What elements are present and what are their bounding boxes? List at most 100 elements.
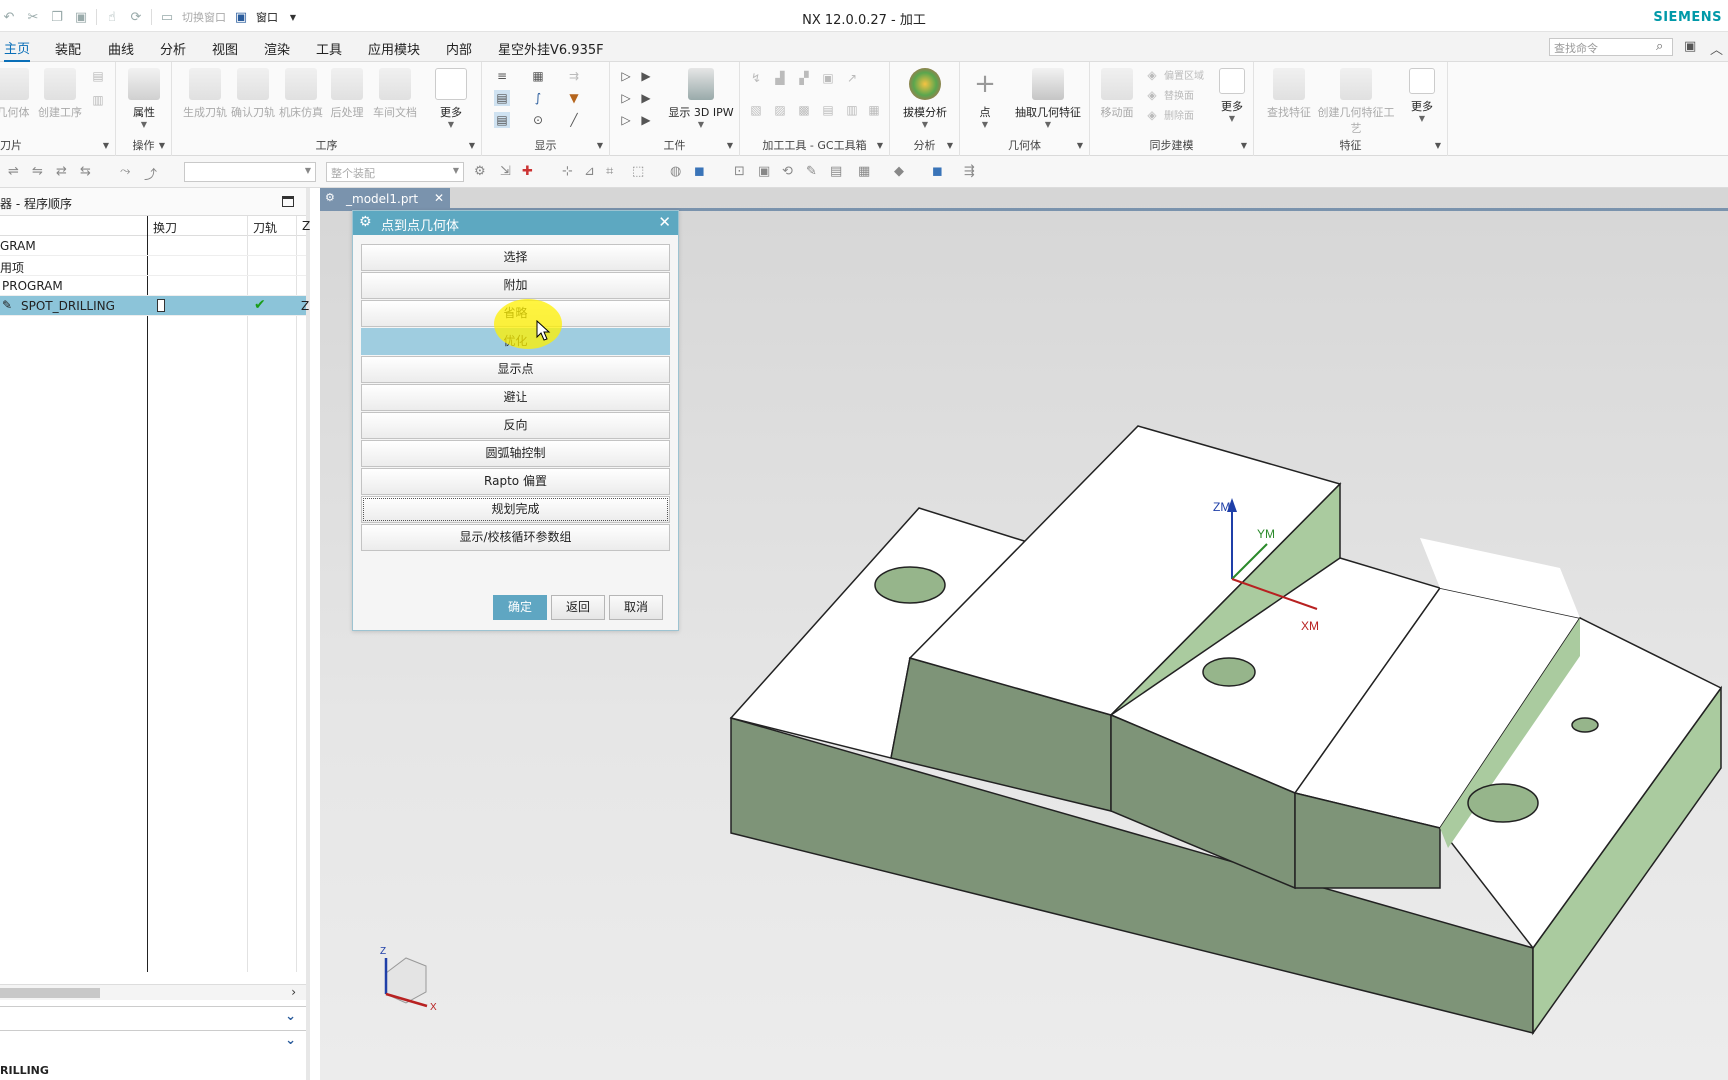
gc-tool-4-icon[interactable]: ▣ — [820, 70, 836, 86]
create-method-icon[interactable]: ▥ — [90, 92, 106, 108]
rotate-icon[interactable]: ⟲ — [782, 164, 793, 179]
tab-assembly[interactable]: 装配 — [55, 39, 81, 58]
cutter-icon[interactable]: ▼ — [566, 90, 582, 106]
list-item[interactable]: 用项 — [0, 256, 306, 276]
show-3d-ipw-button[interactable]: 显示 3D IPW ▼ — [666, 66, 736, 129]
workpiece-c-icon[interactable]: ▷ — [618, 90, 634, 106]
collapse-ribbon-icon[interactable]: ︿ — [1710, 39, 1723, 58]
find-feature-button[interactable]: 查找特征 — [1262, 66, 1316, 120]
create-tool-icon[interactable]: ▤ — [90, 68, 106, 84]
assembly-scope-select[interactable]: 整个装配 ▼ — [326, 162, 464, 182]
chevron-down-icon[interactable]: ▼ — [947, 141, 953, 150]
gc-tool-9-icon[interactable]: ▤ — [820, 102, 836, 118]
create-feature-process-button[interactable]: 创建几何特征工艺 — [1314, 66, 1398, 136]
tab-internal[interactable]: 内部 — [446, 39, 472, 58]
tab-curve[interactable]: 曲线 — [108, 39, 134, 58]
ok-button[interactable]: 确定 — [493, 595, 547, 620]
option-display-points-button[interactable]: 显示点 — [361, 356, 670, 383]
select-region-icon[interactable]: ⬚ — [632, 164, 644, 179]
gc-tool-11-icon[interactable]: ▦ — [866, 102, 882, 118]
display-filter-icon[interactable]: ≡ — [494, 68, 510, 84]
display-toggle-icon[interactable]: ⇉ — [566, 68, 582, 84]
display-mode-icon[interactable]: ▦ — [530, 68, 546, 84]
option-arc-axis-control-button[interactable]: 圆弧轴控制 — [361, 440, 670, 467]
workpiece-b-icon[interactable]: ▶ — [638, 68, 654, 84]
snap-6-icon[interactable]: ⌗ — [606, 164, 613, 179]
delete-face-label[interactable]: 删除面 — [1164, 107, 1194, 122]
operation-row-spot-drilling[interactable]: ✎ SPOT_DRILLING ✔ Z — [0, 296, 309, 316]
create-operation-button[interactable]: 创建工序 — [33, 66, 87, 120]
snap-5-icon[interactable]: ⊿ — [584, 164, 595, 179]
selection-filter-3-icon[interactable]: ⇄ — [56, 164, 67, 179]
scrollbar-thumb[interactable] — [0, 988, 100, 998]
workpiece-d-icon[interactable]: ▶ — [638, 90, 654, 106]
more-feature-button[interactable]: 更多 ▼ — [1402, 66, 1442, 123]
chevron-down-icon[interactable]: ▼ — [469, 141, 475, 150]
selection-filter-2-icon[interactable]: ⇋ — [32, 164, 43, 179]
snap-1-icon[interactable]: ⚙ — [474, 164, 486, 179]
tab-home[interactable]: 主页 — [4, 38, 31, 62]
option-append-button[interactable]: 附加 — [361, 272, 670, 299]
replace-face-icon[interactable]: ◈ — [1144, 87, 1160, 103]
zoom-window-icon[interactable]: ▣ — [758, 164, 770, 179]
horizontal-scrollbar[interactable]: › — [0, 984, 306, 1000]
delete-face-icon[interactable]: ◈ — [1144, 107, 1160, 123]
dialog-header[interactable]: ⚙ 点到点几何体 ✕ — [353, 211, 678, 235]
workpiece-f-icon[interactable]: ▶ — [638, 112, 654, 128]
offset-region-icon[interactable]: ◈ — [1144, 67, 1160, 83]
zoom-fit-icon[interactable]: ⊡ — [734, 164, 745, 179]
workpiece-a-icon[interactable]: ▷ — [618, 68, 634, 84]
column-divider[interactable] — [247, 216, 248, 972]
close-icon[interactable]: ✕ — [434, 191, 444, 205]
column-header-z[interactable]: Z — [302, 219, 310, 233]
move-face-button[interactable]: 移动面 — [1092, 66, 1142, 120]
type-filter-select[interactable]: ▼ — [184, 162, 316, 182]
window-restore-icon[interactable]: ▣ — [1684, 39, 1696, 54]
chevron-down-icon[interactable]: ▼ — [103, 141, 109, 150]
option-select-button[interactable]: 选择 — [361, 244, 670, 271]
chevron-down-icon[interactable]: ⌄ — [285, 1033, 296, 1048]
view-sphere-icon[interactable]: ◍ — [670, 164, 681, 179]
chevron-down-icon[interactable]: ▼ — [1241, 141, 1247, 150]
column-header-path[interactable]: 刀轨 — [253, 219, 277, 236]
close-icon[interactable]: ✕ — [658, 213, 671, 231]
cancel-button[interactable]: 取消 — [609, 595, 663, 620]
back-button[interactable]: 返回 — [551, 595, 605, 620]
gc-tool-7-icon[interactable]: ▨ — [772, 102, 788, 118]
chevron-down-icon[interactable]: ▼ — [597, 141, 603, 150]
tab-render[interactable]: 渲染 — [264, 39, 290, 58]
option-rapto-offset-button[interactable]: Rapto 偏置 — [361, 468, 670, 495]
chevron-down-icon[interactable]: ⌄ — [285, 1009, 296, 1024]
tab-tools[interactable]: 工具 — [316, 39, 342, 58]
selection-filter-5-icon[interactable]: ⤳ — [120, 164, 130, 179]
workpiece-e-icon[interactable]: ▷ — [618, 112, 634, 128]
extract-geometry-button[interactable]: 抽取几何特征 ▼ — [1006, 66, 1090, 129]
layer-icon[interactable]: ▤ — [830, 164, 842, 179]
pan-icon[interactable]: ✎ — [806, 164, 817, 179]
more-button[interactable]: 更多 ▼ — [424, 66, 478, 129]
postprocess-button[interactable]: 后处理 — [320, 66, 374, 120]
more-sync-button[interactable]: 更多 ▼ — [1214, 66, 1250, 123]
gc-tool-2-icon[interactable]: ▟ — [772, 70, 788, 86]
render-style-icon[interactable]: ▦ — [858, 164, 870, 179]
list-item[interactable]: GRAM — [0, 236, 306, 256]
chevron-right-icon[interactable]: › — [291, 985, 296, 999]
gc-tool-5-icon[interactable]: ↗ — [844, 70, 860, 86]
gc-tool-8-icon[interactable]: ▩ — [796, 102, 812, 118]
maximize-icon[interactable] — [282, 196, 294, 207]
tab-plugin[interactable]: 星空外挂V6.935F — [498, 39, 604, 58]
chevron-down-icon[interactable]: ▼ — [727, 141, 733, 150]
column-divider[interactable] — [147, 216, 148, 972]
view-cube-icon[interactable]: ◼ — [694, 164, 705, 179]
selection-filter-1-icon[interactable]: ⇌ — [8, 164, 19, 179]
chevron-down-icon[interactable]: ▼ — [159, 141, 165, 150]
hole-left[interactable] — [874, 566, 946, 604]
circle-icon[interactable]: ⊙ — [530, 112, 546, 128]
display-path2-icon[interactable]: ▤ — [494, 112, 510, 128]
display-path-icon[interactable]: ▤ — [494, 90, 510, 106]
dependencies-panel[interactable]: ⌄ — [0, 1006, 306, 1028]
curve-icon[interactable]: ∫ — [530, 90, 546, 106]
shaded-icon[interactable]: ◼ — [932, 164, 943, 179]
option-reverse-button[interactable]: 反向 — [361, 412, 670, 439]
option-plan-complete-button[interactable]: 规划完成 — [361, 496, 670, 523]
